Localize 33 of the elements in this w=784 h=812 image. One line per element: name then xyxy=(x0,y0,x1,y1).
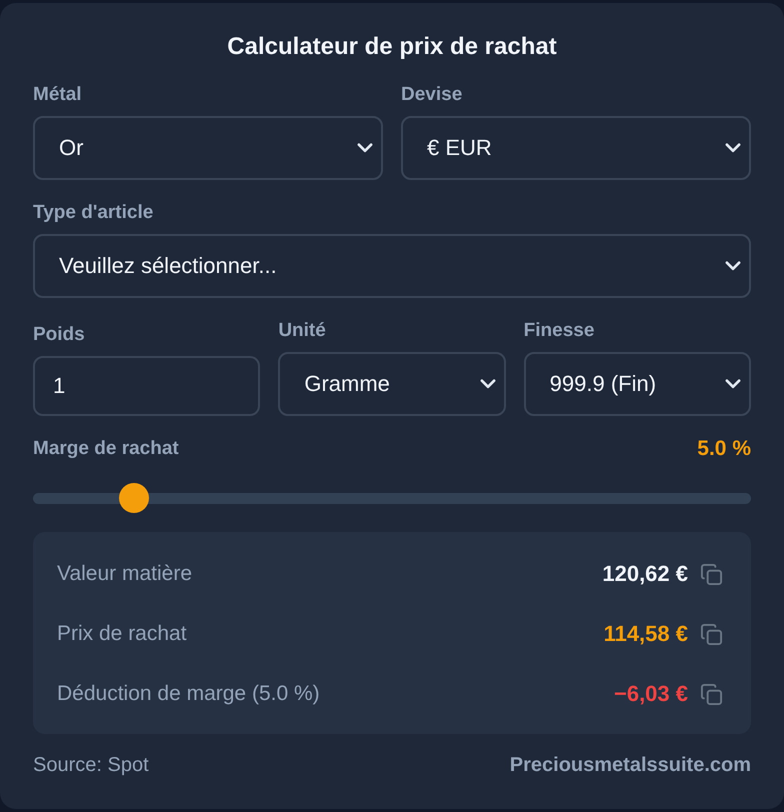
result-label: Prix de rachat xyxy=(57,622,188,646)
dropdown-field[interactable]: Or xyxy=(33,116,383,180)
field-label: Poids xyxy=(33,323,86,347)
calculator-title: Calculateur de prix de rachat xyxy=(226,32,558,62)
field-label: Métal xyxy=(33,83,83,107)
copy-icon[interactable] xyxy=(700,562,723,586)
dropdown-field[interactable]: € EUR xyxy=(401,116,751,180)
field-label: Unité xyxy=(278,319,327,343)
chevron-down-icon xyxy=(725,261,741,271)
field-label: Type d'article xyxy=(33,201,154,225)
result-value: −6,03 € xyxy=(614,681,688,707)
chevron-down-icon xyxy=(480,379,496,389)
source-text: Source: Spot xyxy=(33,754,149,777)
result-label: Valeur matière xyxy=(57,562,194,586)
dropdown-field[interactable]: 999.9 (Fin) xyxy=(524,352,751,416)
copy-icon[interactable] xyxy=(700,682,723,706)
slider-track[interactable] xyxy=(33,483,751,513)
chevron-down-icon xyxy=(725,143,741,153)
margin-label: Marge de rachat xyxy=(33,437,179,461)
copy-icon[interactable] xyxy=(700,622,723,646)
input-field[interactable]: 1 xyxy=(33,356,260,416)
result-value: 114,58 € xyxy=(604,621,688,647)
chevron-down-icon xyxy=(724,379,741,389)
brand-link[interactable]: Preciousmetalssuite.com xyxy=(510,754,751,777)
field-label: Devise xyxy=(401,83,464,107)
result-label: Déduction de marge (5.0 %) xyxy=(57,682,321,706)
margin-reading: 5.0 % xyxy=(697,437,751,461)
slider-thumb[interactable] xyxy=(118,483,149,513)
result-value: 120,62 € xyxy=(602,561,688,587)
dropdown-field[interactable]: Veuillez sélectionner... xyxy=(33,234,751,298)
chevron-down-icon xyxy=(357,143,373,153)
field-label: Finesse xyxy=(524,319,596,343)
dropdown-field[interactable]: Gramme xyxy=(278,352,506,416)
